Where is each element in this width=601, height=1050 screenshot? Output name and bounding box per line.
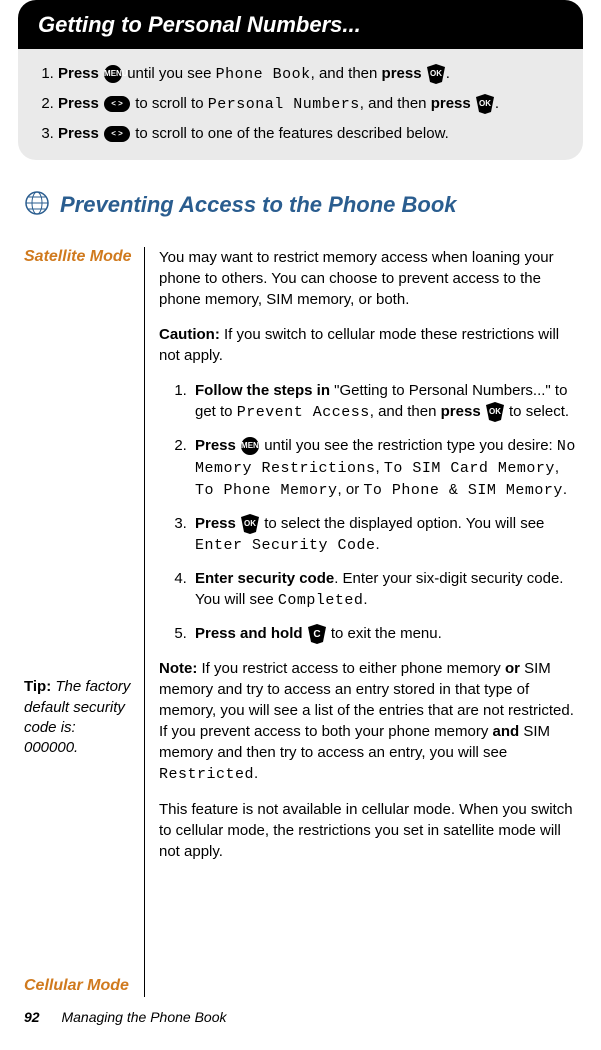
lcd-text: Personal Numbers (208, 96, 360, 113)
text: . (363, 591, 367, 608)
quick-step-3: Press < > to scroll to one of the featur… (58, 123, 565, 144)
spacer (24, 267, 132, 677)
tip-block: Tip: The factory default security code i… (24, 677, 132, 758)
section-title: Preventing Access to the Phone Book (60, 190, 457, 221)
text: If you restrict access to either phone m… (197, 660, 505, 677)
page-number: 92 (24, 1009, 40, 1025)
globe-icon (24, 190, 50, 216)
cellular-paragraph: This feature is not available in cellula… (159, 799, 577, 862)
press-label: Press (195, 437, 240, 454)
scroll-icon: < > (104, 96, 130, 112)
satellite-mode-heading: Satellite Mode (24, 247, 132, 268)
text: to scroll to (131, 95, 208, 112)
breadcrumb: Managing the Phone Book (61, 1009, 226, 1025)
lcd-text: To Phone Memory (195, 482, 338, 499)
ok-icon: OK (427, 64, 445, 84)
main-content: You may want to restrict memory access w… (159, 247, 577, 998)
text: , or (338, 481, 364, 498)
text: to scroll to one of the features describ… (131, 125, 449, 142)
text: , and then (311, 65, 382, 82)
lcd-text: Restricted (159, 766, 254, 783)
step-bold: Follow the steps in (195, 382, 330, 399)
scroll-icon: < > (104, 126, 130, 142)
caution-label: Caution: (159, 326, 220, 343)
cellular-mode-heading: Cellular Mode (24, 976, 132, 997)
instruction-list: Follow the steps in "Getting to Personal… (159, 380, 577, 644)
text: , (555, 459, 559, 476)
step-bold: Enter security code (195, 570, 334, 587)
caution-paragraph: Caution: If you switch to cellular mode … (159, 324, 577, 366)
instruction-step-1: Follow the steps in "Getting to Personal… (191, 380, 577, 423)
press-label: Press (58, 125, 103, 142)
press-label: Press (58, 95, 103, 112)
c-icon: C (308, 624, 326, 644)
text: . (254, 765, 258, 782)
sidebar: Satellite Mode Tip: The factory default … (24, 247, 144, 998)
content-columns: Satellite Mode Tip: The factory default … (24, 247, 577, 998)
press-label: Press (195, 515, 240, 532)
svg-text:OK: OK (479, 99, 491, 108)
text: , and then (360, 95, 431, 112)
instruction-step-2: Press MENU until you see the restriction… (191, 435, 577, 501)
press-label: press (441, 403, 485, 420)
note-paragraph: Note: If you restrict access to either p… (159, 658, 577, 785)
or-bold: or (505, 660, 520, 677)
press-label: press (382, 65, 426, 82)
text: . (495, 95, 499, 112)
lcd-text: Enter Security Code (195, 537, 376, 554)
intro-paragraph: You may want to restrict memory access w… (159, 247, 577, 310)
press-label: Press (58, 65, 103, 82)
caution-text: If you switch to cellular mode these res… (159, 326, 559, 364)
press-label: press (431, 95, 475, 112)
menu-icon: MENU (241, 437, 259, 455)
menu-icon: MENU (104, 65, 122, 83)
ok-icon: OK (476, 94, 494, 114)
text: until you see (123, 65, 216, 82)
svg-text:C: C (313, 629, 320, 640)
text: to select. (505, 403, 569, 420)
lcd-text: Phone Book (216, 66, 311, 83)
instruction-step-4: Enter security code. Enter your six-digi… (191, 568, 577, 611)
svg-text:OK: OK (430, 69, 442, 78)
instruction-step-5: Press and hold C to exit the menu. (191, 623, 577, 644)
text: , (376, 459, 384, 476)
lcd-text: Prevent Access (237, 404, 370, 421)
lcd-text: To Phone & SIM Memory (363, 482, 563, 499)
svg-text:OK: OK (244, 519, 256, 528)
quick-steps-panel: Press MENU until you see Phone Book, and… (18, 49, 583, 160)
lcd-text: Completed (278, 592, 364, 609)
quick-step-2: Press < > to scroll to Personal Numbers,… (58, 93, 565, 115)
section-heading-row: Preventing Access to the Phone Book (24, 186, 577, 221)
page-header: Getting to Personal Numbers... (18, 0, 583, 49)
tip-label: Tip: (24, 678, 51, 695)
page-header-title: Getting to Personal Numbers... (38, 12, 361, 37)
text: to exit the menu. (327, 625, 442, 642)
step-bold: Press and hold (195, 625, 307, 642)
text: to select the displayed option. You will… (260, 515, 544, 532)
svg-text:OK: OK (489, 407, 501, 416)
quick-step-1: Press MENU until you see Phone Book, and… (58, 63, 565, 85)
lcd-text: To SIM Card Memory (384, 460, 555, 477)
note-label: Note: (159, 660, 197, 677)
instruction-step-3: Press OK to select the displayed option.… (191, 513, 577, 556)
ok-icon: OK (241, 514, 259, 534)
and-bold: and (493, 723, 520, 740)
text: until you see the restriction type you d… (260, 437, 557, 454)
spacer (24, 758, 132, 976)
text: . (446, 65, 450, 82)
vertical-divider (144, 247, 145, 998)
page-footer: 92 Managing the Phone Book (24, 1008, 226, 1028)
text: . (563, 481, 567, 498)
text: . (376, 536, 380, 553)
text: , and then (370, 403, 441, 420)
ok-icon: OK (486, 402, 504, 422)
